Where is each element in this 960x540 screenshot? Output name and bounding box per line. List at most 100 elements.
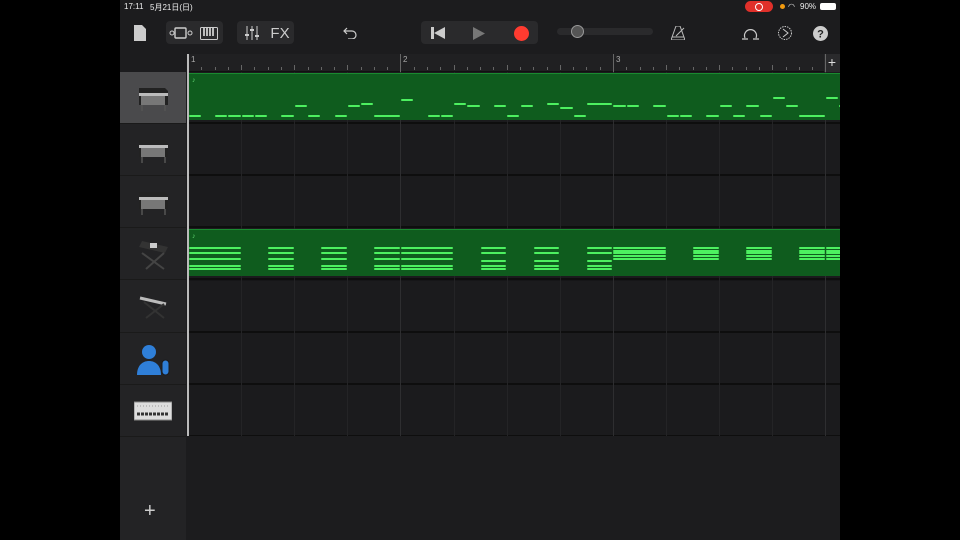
undo-button[interactable] xyxy=(340,23,360,43)
midi-note[interactable] xyxy=(400,257,454,260)
midi-note[interactable] xyxy=(308,115,321,117)
my-songs-button[interactable] xyxy=(132,23,148,43)
master-volume-knob[interactable] xyxy=(571,25,584,38)
midi-note[interactable] xyxy=(188,252,241,255)
midi-note[interactable] xyxy=(374,252,400,255)
midi-note[interactable] xyxy=(268,268,294,270)
midi-note[interactable] xyxy=(334,115,347,117)
track-header[interactable] xyxy=(120,281,186,333)
midi-note[interactable] xyxy=(746,247,772,250)
midi-note[interactable] xyxy=(746,255,772,257)
timeline-ruler[interactable]: 1 2 3 + xyxy=(188,54,840,72)
midi-note[interactable] xyxy=(281,115,294,117)
midi-note[interactable] xyxy=(679,115,693,117)
midi-note[interactable] xyxy=(347,105,361,107)
midi-note[interactable] xyxy=(560,107,573,109)
midi-note[interactable] xyxy=(586,103,613,105)
midi-note[interactable] xyxy=(268,252,294,255)
midi-note[interactable] xyxy=(547,103,560,105)
track-lane[interactable] xyxy=(188,333,840,385)
midi-note[interactable] xyxy=(400,247,454,250)
midi-note[interactable] xyxy=(241,115,254,117)
keyboard-button[interactable] xyxy=(196,23,222,43)
loop-browser-button[interactable] xyxy=(740,23,760,43)
midi-note[interactable] xyxy=(786,105,799,107)
midi-note[interactable] xyxy=(799,247,825,250)
midi-note[interactable] xyxy=(400,99,414,101)
settings-button[interactable] xyxy=(775,23,795,43)
play-button[interactable] xyxy=(464,23,494,43)
midi-note[interactable] xyxy=(374,115,400,117)
help-button[interactable]: ? xyxy=(810,23,830,43)
midi-note[interactable] xyxy=(573,115,586,117)
midi-note[interactable] xyxy=(268,257,294,260)
tracks-view-button[interactable] xyxy=(167,23,195,43)
metronome-button[interactable] xyxy=(668,23,688,43)
midi-note[interactable] xyxy=(626,105,639,107)
midi-note[interactable] xyxy=(188,268,241,270)
midi-note[interactable] xyxy=(533,260,560,263)
master-volume-slider[interactable] xyxy=(557,25,653,38)
midi-note[interactable] xyxy=(268,247,294,250)
midi-note[interactable] xyxy=(693,257,719,260)
midi-note[interactable] xyxy=(746,105,759,107)
midi-note[interactable] xyxy=(361,103,374,105)
track-lane[interactable] xyxy=(188,124,840,176)
midi-note[interactable] xyxy=(374,247,400,250)
track-header[interactable] xyxy=(120,333,186,385)
midi-note[interactable] xyxy=(825,97,839,99)
midi-note[interactable] xyxy=(666,115,679,117)
midi-note[interactable] xyxy=(772,97,786,99)
screen-recording-icon[interactable] xyxy=(745,1,773,12)
mixer-button[interactable] xyxy=(239,23,265,43)
track-lane[interactable] xyxy=(188,281,840,333)
track-header[interactable] xyxy=(120,72,186,124)
midi-note[interactable] xyxy=(440,115,454,117)
midi-note[interactable] xyxy=(427,115,440,117)
add-track-button[interactable]: + xyxy=(144,500,156,523)
midi-note[interactable] xyxy=(533,252,560,255)
midi-note[interactable] xyxy=(400,252,454,255)
midi-note[interactable] xyxy=(493,105,507,107)
track-header[interactable] xyxy=(120,176,186,228)
midi-note[interactable] xyxy=(480,247,507,250)
midi-note[interactable] xyxy=(706,115,719,117)
track-lanes[interactable]: ♪ ♪ xyxy=(188,72,840,436)
midi-note[interactable] xyxy=(533,268,560,270)
midi-note[interactable] xyxy=(374,268,400,270)
midi-note[interactable] xyxy=(653,105,666,107)
midi-note[interactable] xyxy=(613,247,666,250)
record-button[interactable] xyxy=(506,23,536,43)
midi-note[interactable] xyxy=(839,105,840,107)
midi-note[interactable] xyxy=(321,252,347,255)
midi-region[interactable]: ♪ xyxy=(188,229,840,276)
midi-note[interactable] xyxy=(719,105,732,107)
midi-note[interactable] xyxy=(613,255,666,257)
midi-note[interactable] xyxy=(693,247,719,250)
midi-note[interactable] xyxy=(228,115,241,117)
midi-note[interactable] xyxy=(321,268,347,270)
midi-note[interactable] xyxy=(520,105,533,107)
midi-note[interactable] xyxy=(586,268,613,270)
midi-note[interactable] xyxy=(825,247,840,250)
midi-note[interactable] xyxy=(799,257,825,260)
midi-note[interactable] xyxy=(825,257,840,260)
midi-note[interactable] xyxy=(321,257,347,260)
track-header[interactable] xyxy=(120,124,186,176)
midi-note[interactable] xyxy=(254,115,268,117)
midi-note[interactable] xyxy=(759,115,772,117)
midi-note[interactable] xyxy=(507,115,520,117)
midi-note[interactable] xyxy=(294,105,307,107)
midi-note[interactable] xyxy=(374,257,400,260)
midi-note[interactable] xyxy=(586,252,613,255)
midi-note[interactable] xyxy=(693,255,719,257)
midi-note[interactable] xyxy=(467,105,480,107)
track-lane[interactable] xyxy=(188,385,840,436)
midi-note[interactable] xyxy=(480,252,507,255)
midi-note[interactable] xyxy=(799,255,825,257)
midi-note[interactable] xyxy=(613,257,666,260)
midi-note[interactable] xyxy=(454,103,467,105)
midi-note[interactable] xyxy=(732,115,746,117)
track-lane[interactable] xyxy=(188,176,840,228)
midi-region[interactable]: ♪ xyxy=(188,73,840,120)
